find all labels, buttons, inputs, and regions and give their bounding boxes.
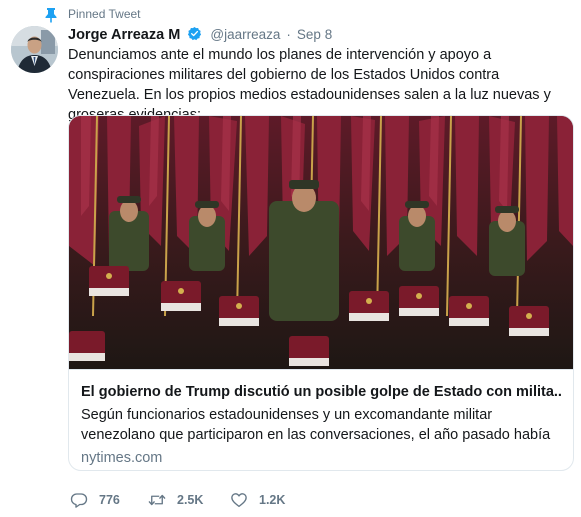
pinned-tweet-context: Pinned Tweet <box>0 6 581 23</box>
card-domain: nytimes.com <box>81 450 163 466</box>
reply-button[interactable]: 776 <box>70 490 120 510</box>
pinned-label: Pinned Tweet <box>68 7 141 21</box>
reply-count: 776 <box>99 493 120 507</box>
retweet-button[interactable]: 2.5K <box>148 490 203 510</box>
like-count: 1.2K <box>259 493 286 507</box>
tweet-date[interactable]: Sep 8 <box>297 27 332 42</box>
header-separator: · <box>286 27 291 42</box>
card-title: El gobierno de Trump discutió un posible… <box>81 384 561 400</box>
tweet-text: Denunciamos ante el mundo los planes de … <box>68 47 551 123</box>
card-description: Según funcionarios estadounidenses y un … <box>81 407 551 443</box>
avatar[interactable] <box>11 26 58 73</box>
heart-icon <box>231 493 247 508</box>
tweet-actions: 776 2.5K 1.2K <box>68 490 574 510</box>
reply-icon <box>70 493 88 508</box>
author-name[interactable]: Jorge Arreaza M <box>68 27 180 43</box>
like-button[interactable]: 1.2K <box>230 490 285 510</box>
tweet-header: Jorge Arreaza M @jaarreaza · Sep 8 <box>68 25 332 45</box>
link-card[interactable]: El gobierno de Trump discutió un posible… <box>68 115 574 471</box>
card-image <box>69 116 573 369</box>
verified-badge-icon <box>188 26 202 41</box>
card-body: El gobierno de Trump discutió un posible… <box>69 369 573 470</box>
retweet-count: 2.5K <box>177 493 204 507</box>
author-handle[interactable]: @jaarreaza <box>210 27 280 42</box>
pin-icon <box>45 8 57 23</box>
retweet-icon <box>148 494 166 506</box>
